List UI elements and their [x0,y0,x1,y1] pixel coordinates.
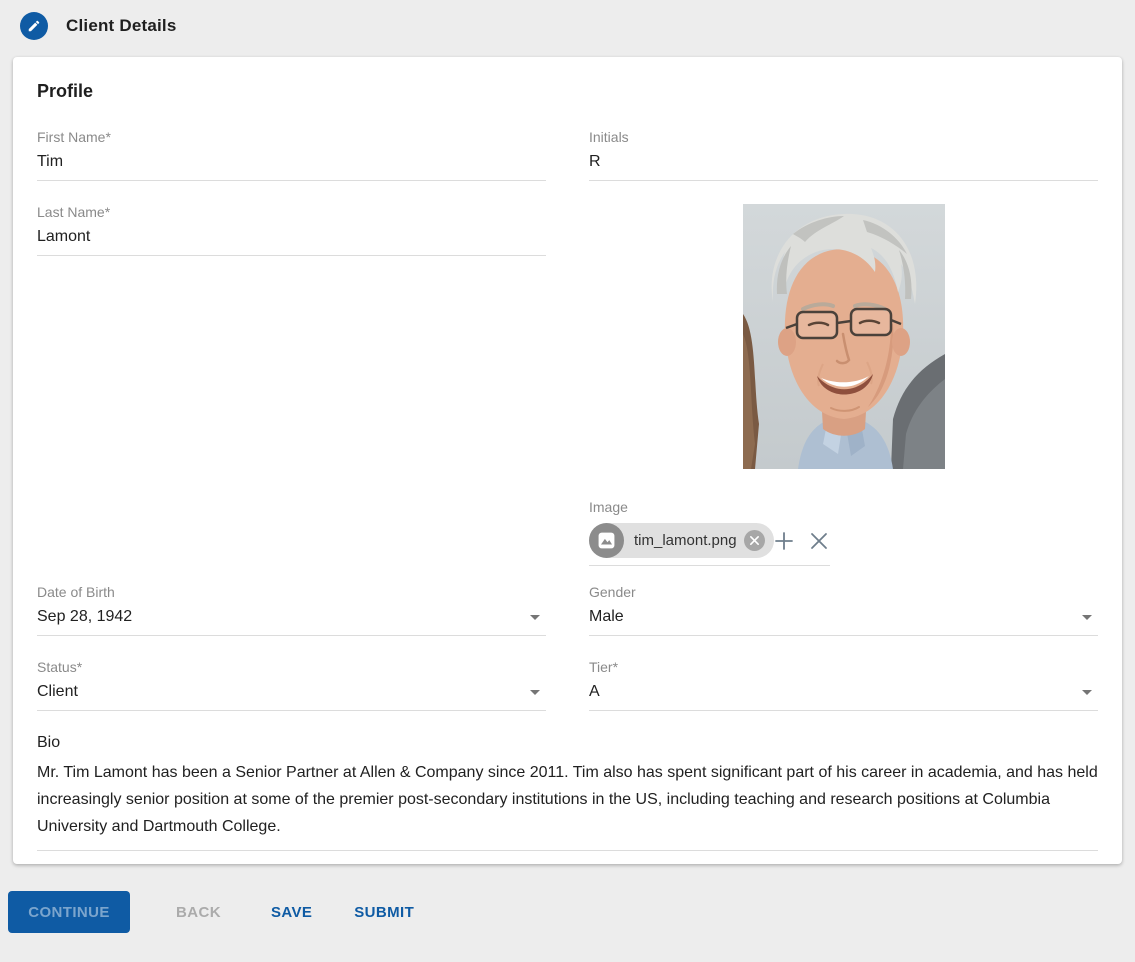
date-of-birth-field[interactable]: Date of Birth Sep 28, 1942 [37,584,546,636]
first-name-field[interactable]: First Name* Tim [37,129,546,181]
status-value[interactable]: Client [37,683,78,701]
pencil-edit-icon [27,19,41,33]
chevron-down-icon[interactable] [1082,690,1092,695]
initials-field[interactable]: Initials R [589,129,1098,181]
date-of-birth-value[interactable]: Sep 28, 1942 [37,608,132,626]
date-of-birth-label: Date of Birth [37,584,546,600]
tier-label: Tier* [589,659,1098,675]
gender-label: Gender [589,584,1098,600]
page-title: Client Details [66,16,177,36]
image-label: Image [589,499,830,515]
edit-mode-badge [20,12,48,40]
last-name-label: Last Name* [37,204,546,220]
bio-value[interactable]: Mr. Tim Lamont has been a Senior Partner… [37,759,1098,851]
last-name-value[interactable]: Lamont [37,228,90,246]
profile-card: Profile First Name* Tim Initials R Last … [13,57,1122,864]
first-name-value[interactable]: Tim [37,153,63,171]
remove-circle-icon[interactable] [744,530,765,551]
chevron-down-icon[interactable] [530,690,540,695]
tier-value[interactable]: A [589,683,600,701]
gender-field[interactable]: Gender Male [589,584,1098,636]
continue-button[interactable]: CONTINUE [8,891,130,933]
image-field-actions [774,531,828,551]
image-icon [589,523,624,558]
bio-label: Bio [37,734,1098,752]
status-field[interactable]: Status* Client [37,659,546,711]
page-header: Client Details [0,0,1135,54]
plus-icon[interactable] [774,531,794,551]
action-bar: CONTINUE BACK SAVE SUBMIT [8,891,1135,933]
first-name-label: First Name* [37,129,546,145]
close-icon[interactable] [810,532,828,550]
back-button[interactable]: BACK [160,894,237,931]
initials-value[interactable]: R [589,153,601,171]
profile-form: First Name* Tim Initials R Last Name* La… [37,129,1098,851]
gender-value[interactable]: Male [589,608,624,626]
save-button[interactable]: SAVE [255,894,328,931]
chevron-down-icon[interactable] [1082,615,1092,620]
image-file-name: tim_lamont.png [634,532,737,549]
image-section: Image tim_lamont.png [589,204,1098,584]
bio-field[interactable]: Bio Mr. Tim Lamont has been a Senior Par… [37,734,1098,851]
photo-wrapper [589,204,1098,469]
submit-button[interactable]: SUBMIT [338,894,430,931]
image-file-chip[interactable]: tim_lamont.png [589,523,774,558]
client-photo [743,204,945,469]
status-label: Status* [37,659,546,675]
chevron-down-icon[interactable] [530,615,540,620]
last-name-field[interactable]: Last Name* Lamont [37,204,546,256]
initials-label: Initials [589,129,1098,145]
section-title: Profile [37,81,1098,102]
tier-field[interactable]: Tier* A [589,659,1098,711]
image-field: Image tim_lamont.png [589,499,830,566]
